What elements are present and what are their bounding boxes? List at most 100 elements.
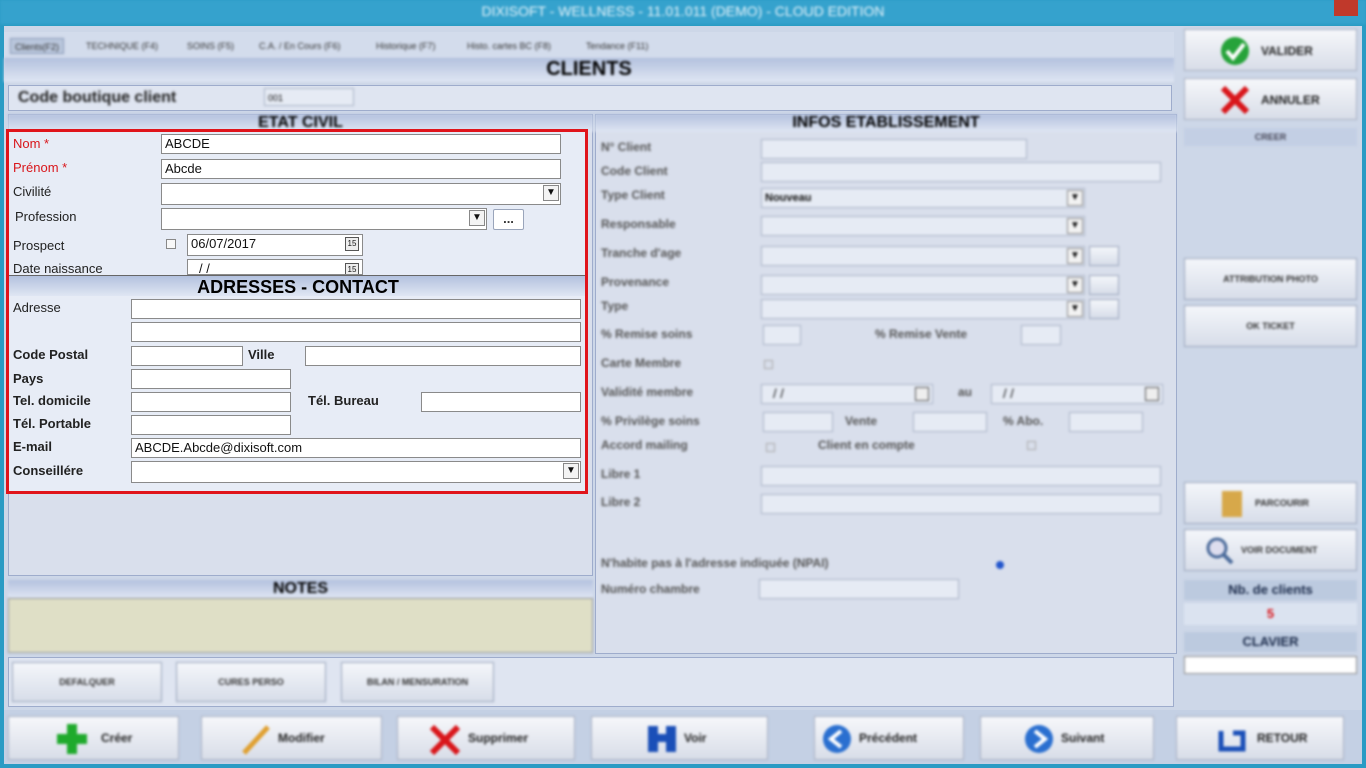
highlight-box (6, 129, 588, 494)
accord-mailing-checkbox[interactable] (766, 443, 775, 452)
client-en-compte-label: Client en compte (818, 438, 915, 452)
numero-chambre-label: Numéro chambre (601, 582, 700, 596)
binoculars-icon (648, 726, 676, 752)
n-client-input[interactable] (761, 139, 1027, 159)
attribution-photo-button[interactable]: ATTRIBUTION PHOTO (1184, 258, 1357, 300)
libre1-input[interactable] (761, 466, 1161, 486)
chevron-down-icon[interactable]: ▼ (1067, 277, 1083, 293)
nb-clients-value: 5 (1184, 603, 1357, 625)
chevron-down-icon[interactable]: ▼ (1067, 301, 1083, 317)
window-title: DIXISOFT - WELLNESS - 11.01.011 (DEMO) -… (0, 0, 1366, 24)
privilege-soins-label: % Privilège soins (601, 414, 700, 428)
boutique-input[interactable]: 001 (264, 88, 354, 106)
code-client-input[interactable] (761, 162, 1161, 182)
notes-title: NOTES (8, 580, 593, 598)
privilege-soins-input[interactable] (763, 412, 833, 432)
tranche-age-more-button[interactable] (1089, 246, 1119, 266)
tab-tendance[interactable]: Tendance (F11) (582, 38, 652, 54)
cures-perso-button[interactable]: CURES PERSO (176, 662, 326, 702)
supprimer-label: Supprimer (468, 731, 529, 745)
annuler-label: ANNULER (1261, 93, 1320, 107)
arrow-right-icon (1025, 725, 1053, 753)
clavier-label: CLAVIER (1184, 632, 1357, 652)
parcourir-button[interactable]: PARCOURIR (1184, 482, 1357, 524)
chevron-down-icon[interactable]: ▼ (1067, 248, 1083, 264)
vente-label: Vente (845, 414, 878, 428)
npai-label: N'habite pas à l'adresse indiquée (NPAI) (601, 556, 829, 570)
retour-label: RETOUR (1257, 731, 1308, 745)
boutique-row (8, 85, 1172, 111)
type-client-label: Type Client (601, 188, 665, 202)
validite-to-input[interactable]: / / (991, 384, 1163, 404)
supprimer-button[interactable]: Supprimer (397, 716, 575, 760)
plus-icon (57, 724, 87, 754)
provenance-select[interactable]: ▼ (761, 275, 1085, 295)
libre2-input[interactable] (761, 494, 1161, 514)
type-more-button[interactable] (1089, 299, 1119, 319)
magnifier-icon (1206, 537, 1234, 565)
creer-button[interactable]: CREER (1184, 128, 1357, 146)
provenance-label: Provenance (601, 275, 670, 289)
numero-chambre-input[interactable] (759, 579, 959, 599)
client-en-compte-checkbox[interactable] (1027, 441, 1036, 450)
folder-icon (1222, 491, 1242, 517)
bilan-mensuration-button[interactable]: BILAN / MENSURATION (341, 662, 494, 702)
creer-label: Créer (101, 731, 133, 745)
tranche-age-select[interactable]: ▼ (761, 246, 1085, 266)
ok-ticket-button[interactable]: OK TICKET (1184, 305, 1357, 347)
chevron-down-icon[interactable]: ▼ (1067, 218, 1083, 234)
provenance-more-button[interactable] (1089, 275, 1119, 295)
checkmark-icon (1221, 37, 1249, 65)
au-label: au (958, 385, 973, 399)
tab-histo-cartes[interactable]: Histo. cartes BC (F8) (463, 38, 555, 54)
abo-input[interactable] (1069, 412, 1143, 432)
voir-button[interactable]: Voir (591, 716, 768, 760)
suivant-button[interactable]: Suivant (980, 716, 1154, 760)
vente-input[interactable] (913, 412, 987, 432)
precedent-button[interactable]: Précédent (814, 716, 964, 760)
annuler-button[interactable]: ANNULER (1184, 78, 1357, 120)
calendar-icon[interactable] (915, 387, 929, 401)
libre2-label: Libre 2 (601, 495, 641, 509)
carte-membre-checkbox[interactable] (764, 360, 773, 369)
tab-clients[interactable]: Clients(F2) (10, 38, 65, 54)
responsable-select[interactable]: ▼ (761, 216, 1085, 236)
validite-from-input[interactable]: / / (761, 384, 933, 404)
page-title: CLIENTS (4, 58, 1174, 82)
pencil-icon (242, 725, 270, 755)
clavier-input[interactable] (1184, 656, 1357, 674)
remise-vente-label: % Remise Vente (875, 327, 968, 341)
type-client-value: Nouveau (765, 192, 812, 204)
x-icon (429, 724, 461, 756)
close-button[interactable] (1334, 0, 1358, 16)
chevron-down-icon[interactable]: ▼ (1067, 190, 1083, 206)
voir-document-label: VOIR DOCUMENT (1241, 545, 1318, 555)
retour-button[interactable]: RETOUR (1176, 716, 1344, 760)
modifier-button[interactable]: Modifier (201, 716, 382, 760)
valider-label: VALIDER (1261, 44, 1313, 58)
valider-button[interactable]: VALIDER (1184, 29, 1357, 71)
tab-ca[interactable]: C.A. / En Cours (F6) (255, 38, 345, 54)
accord-mailing-label: Accord mailing (601, 438, 688, 452)
voir-document-button[interactable]: VOIR DOCUMENT (1184, 529, 1357, 571)
tab-technique[interactable]: TECHNIQUE (F4) (82, 38, 162, 54)
x-icon (1220, 85, 1250, 115)
validite-membre-label: Validité membre (601, 385, 694, 399)
libre1-label: Libre 1 (601, 467, 641, 481)
notes-textarea[interactable] (8, 598, 593, 653)
npai-radio[interactable] (996, 561, 1004, 569)
modifier-label: Modifier (278, 731, 325, 745)
calendar-icon[interactable] (1145, 387, 1159, 401)
return-icon (1218, 730, 1246, 752)
creer-toolbar-button[interactable]: Créer (8, 716, 179, 760)
infos-title: INFOS ETABLISSEMENT (595, 114, 1177, 132)
suivant-label: Suivant (1061, 731, 1105, 745)
type-select[interactable]: ▼ (761, 299, 1085, 319)
remise-soins-input[interactable] (763, 325, 801, 345)
defalquer-button[interactable]: DEFALQUER (12, 662, 162, 702)
remise-vente-input[interactable] (1021, 325, 1061, 345)
tab-historique[interactable]: Historique (F7) (372, 38, 440, 54)
type-client-select[interactable]: Nouveau ▼ (761, 188, 1085, 208)
boutique-label: Code boutique client (18, 89, 177, 106)
tab-soins[interactable]: SOINS (F5) (183, 38, 238, 54)
